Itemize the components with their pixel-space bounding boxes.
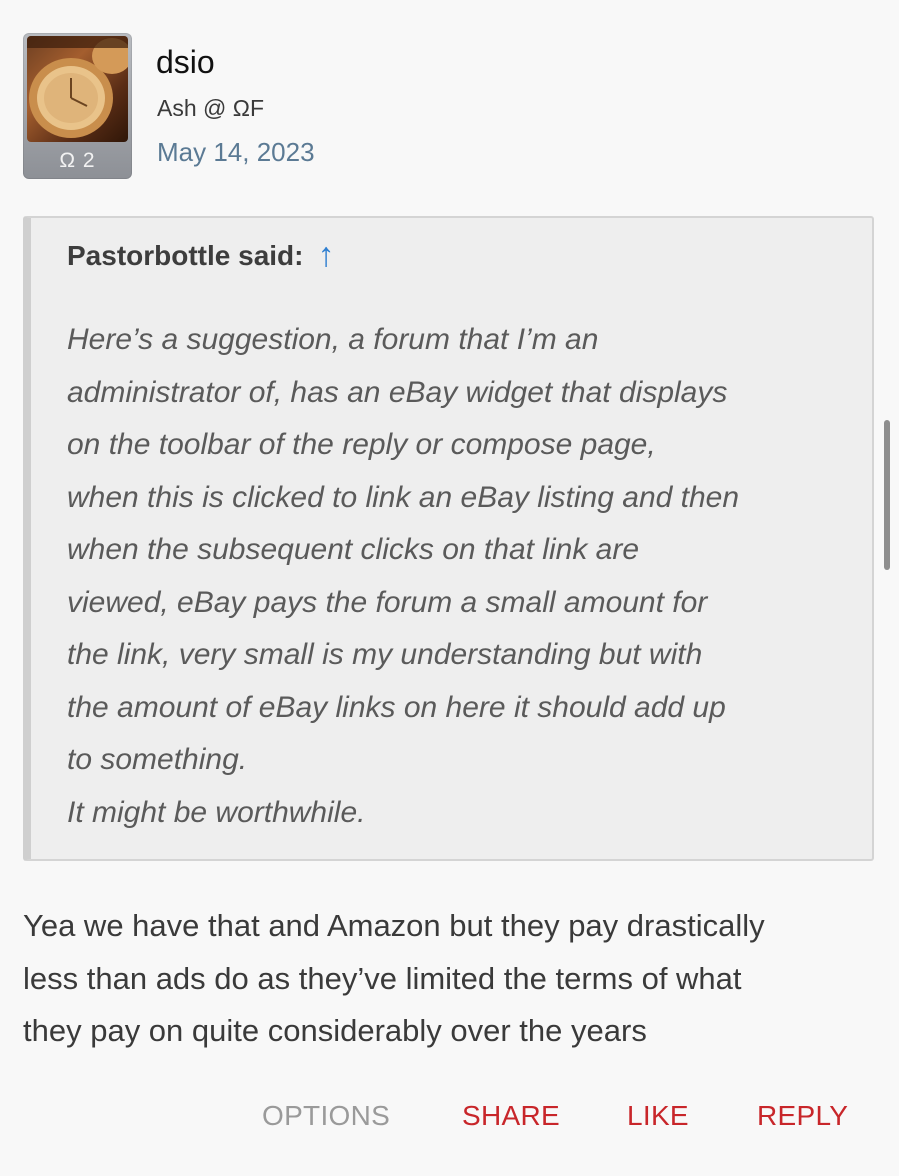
share-button[interactable]: SHARE [462, 1100, 560, 1132]
options-button[interactable]: OPTIONS [262, 1100, 390, 1132]
post-date[interactable]: May 14, 2023 [157, 137, 315, 168]
user-title: Ash @ ΩF [157, 95, 265, 121]
avatar-watch-photo [27, 36, 128, 142]
post-line: they pay on quite considerably over the … [23, 1013, 647, 1048]
avatar-badge: Ω 2 [59, 149, 96, 172]
quote-block: Pastorbottle said: ↑ Here’s a suggestion… [23, 216, 874, 861]
quote-line: It might be worthwhile. [67, 795, 366, 829]
quote-line: when this is clicked to link an eBay lis… [67, 480, 740, 514]
reply-button[interactable]: REPLY [757, 1100, 848, 1132]
post-line: less than ads do as they’ve limited the … [23, 960, 742, 996]
scrollbar[interactable] [884, 420, 890, 570]
quote-author-label: Pastorbottle said: [67, 239, 304, 271]
quote-line: when the subsequent clicks on that link … [67, 533, 640, 566]
quote-line: to something. [67, 743, 248, 776]
quote-line: the amount of eBay links on here it shou… [67, 690, 726, 724]
quote-line: Here’s a suggestion, a forum that I’m an [67, 323, 599, 356]
arrow-up-icon[interactable]: ↑ [317, 236, 334, 275]
post-line: Yea we have that and Amazon but they pay… [23, 908, 765, 943]
quote-text: Here’s a suggestion, a forum that I’m an… [67, 314, 857, 839]
quote-line: administrator of, has an eBay widget tha… [67, 375, 728, 409]
post-body: Yea we have that and Amazon but they pay… [23, 900, 875, 1058]
username[interactable]: dsio [156, 44, 215, 81]
post-header: Ω 2 dsio Ash @ ΩF May 14, 2023 [0, 0, 899, 200]
quote-line: on the toolbar of the reply or compose p… [67, 428, 656, 461]
quote-line: the link, very small is my understanding… [67, 638, 703, 671]
quote-attribution: Pastorbottle said: ↑ [67, 236, 334, 275]
like-button[interactable]: LIKE [627, 1100, 689, 1132]
post-actions: OPTIONS SHARE LIKE REPLY [0, 1100, 899, 1140]
quote-line: viewed, eBay pays the forum a small amou… [67, 585, 708, 619]
avatar[interactable]: Ω 2 [23, 33, 132, 179]
